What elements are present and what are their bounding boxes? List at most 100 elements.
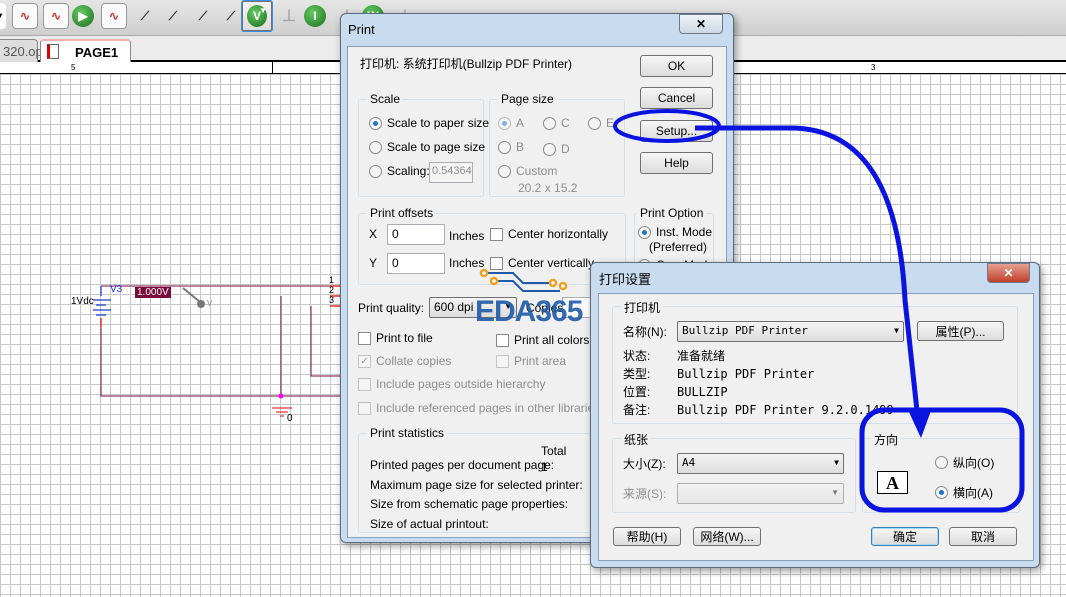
offset-x-input[interactable]: 0: [387, 224, 445, 245]
offset-y-label: Y: [369, 256, 378, 270]
print-setup-body: 打印机 名称(N): Bullzip PDF Printer 属性(P)... …: [598, 293, 1034, 561]
offset-y-input[interactable]: 0: [387, 253, 445, 274]
page-size-c-radio[interactable]: C: [543, 116, 570, 130]
stat-schematic-size-label: Size from schematic page properties:: [370, 497, 569, 511]
print-offsets-label: Print offsets: [367, 206, 437, 220]
status-label: 状态:: [623, 349, 651, 363]
scale-group-label: Scale: [367, 92, 404, 106]
scaling-radio[interactable]: Scaling:: [369, 164, 430, 178]
collate-copies-checkbox[interactable]: ✓ Collate copies: [358, 354, 451, 368]
net-label-2: 2: [329, 285, 335, 295]
print-to-file-checkbox[interactable]: Print to file: [358, 331, 433, 345]
net-label-3: 3: [329, 295, 335, 305]
scale-to-paper-radio[interactable]: Scale to paper size: [369, 116, 489, 130]
printer-name-label: 名称(N):: [623, 325, 667, 339]
offset-x-units: Inches: [449, 229, 485, 243]
scale-to-paper-label: Scale to paper size: [387, 116, 490, 130]
collate-copies-label: Collate copies: [376, 354, 452, 368]
print-to-file-label: Print to file: [376, 331, 433, 345]
page-size-custom-label: Custom: [516, 164, 558, 178]
print-area-checkbox[interactable]: Print area: [496, 354, 566, 368]
page-size-label: Page size: [498, 92, 557, 106]
print-area-label: Print area: [514, 354, 567, 368]
close-button[interactable]: ✕: [987, 263, 1030, 283]
scaling-input[interactable]: 0.54364: [429, 162, 473, 183]
ok-button[interactable]: 确定: [871, 527, 939, 546]
net-label-1: 1: [329, 275, 335, 285]
scale-to-page-radio[interactable]: Scale to page size: [369, 140, 485, 154]
page-size-c-label: C: [561, 116, 570, 130]
scale-group: Scale Scale to paper size Scale to page …: [358, 92, 489, 197]
printer-line: 打印机: 系统打印机(Bullzip PDF Printer): [360, 57, 573, 71]
include-outside-label: Include pages outside hierarchy: [376, 377, 546, 391]
portrait-label: 纵向(O): [953, 456, 995, 470]
help-button[interactable]: 帮助(H): [613, 527, 681, 546]
network-button[interactable]: 网络(W)...: [693, 527, 761, 546]
stat-pages-label: Printed pages per document page:: [370, 458, 555, 472]
print-dialog-title: Print: [348, 22, 375, 37]
include-referenced-label: Include referenced pages in other librar…: [376, 401, 625, 415]
inst-mode-label: Inst. Mode: [656, 225, 713, 239]
voltage-probe-readout: 1.000V: [135, 287, 171, 298]
page-size-b-radio[interactable]: B: [498, 140, 524, 154]
comment-label: 备注:: [623, 403, 651, 417]
offset-x-label: X: [369, 227, 378, 241]
cancel-button[interactable]: Cancel: [640, 87, 713, 109]
page-size-d-label: D: [561, 142, 570, 156]
where-label: 位置:: [623, 385, 651, 399]
help-button[interactable]: Help: [640, 152, 713, 174]
paper-size-label: 大小(Z):: [623, 457, 666, 471]
cancel-button[interactable]: 取消: [949, 527, 1017, 546]
properties-button[interactable]: 属性(P)...: [917, 321, 1004, 341]
paper-group: 纸张 大小(Z): A4 来源(S):: [612, 431, 856, 513]
include-referenced-pages-checkbox[interactable]: Include referenced pages in other librar…: [358, 401, 624, 415]
type-label: 类型:: [623, 367, 651, 381]
total-header: Total: [541, 444, 567, 458]
include-outside-hierarchy-checkbox[interactable]: Include pages outside hierarchy: [358, 377, 545, 391]
print-all-colors-label: Print all colors in: [514, 333, 603, 347]
inst-mode-preferred: (Preferred): [649, 240, 708, 254]
paper-source-select[interactable]: [677, 483, 844, 504]
eda365-watermark: EDA365: [475, 295, 583, 328]
print-all-colors-checkbox[interactable]: Print all colors in: [496, 333, 602, 347]
setup-button[interactable]: Setup...: [640, 120, 713, 142]
stat-max-size-label: Maximum page size for selected printer:: [370, 478, 583, 492]
orientation-group: 方向 A 纵向(O) 横向(A): [862, 431, 1020, 513]
center-horizontally-checkbox[interactable]: Center horizontally: [490, 227, 608, 241]
inst-mode-radio[interactable]: Inst. Mode: [638, 225, 712, 239]
page-size-e-radio[interactable]: E: [588, 116, 614, 130]
eda365-logo-traces: [479, 268, 568, 292]
source-value: 1Vdc: [71, 296, 94, 307]
page-size-a-label: A: [516, 116, 525, 130]
print-setup-title: 打印设置: [599, 272, 652, 287]
where-value: BULLZIP: [677, 385, 728, 399]
scaling-label: Scaling:: [387, 164, 430, 178]
printer-name-select[interactable]: Bullzip PDF Printer: [677, 321, 904, 342]
paper-source-label: 来源(S):: [623, 487, 667, 501]
page-size-custom-radio[interactable]: Custom: [498, 164, 557, 178]
status-value: 准备就绪: [677, 349, 726, 363]
close-button[interactable]: ✕: [679, 14, 723, 34]
page-size-group: Page size A C E B D Custom 20.2 x 15.2: [489, 92, 625, 197]
ground-label: 0: [287, 413, 293, 424]
landscape-page-icon: A: [877, 471, 908, 494]
page-size-a-radio[interactable]: A: [498, 116, 524, 130]
ok-button[interactable]: OK: [640, 55, 713, 77]
page-size-e-label: E: [606, 116, 615, 130]
page-size-d-radio[interactable]: D: [543, 142, 570, 156]
orientation-group-label: 方向: [871, 431, 902, 448]
center-horizontally-label: Center horizontally: [508, 227, 609, 241]
page-size-b-label: B: [516, 140, 525, 154]
landscape-label: 横向(A): [953, 486, 993, 500]
custom-size-value: 20.2 x 15.2: [518, 181, 578, 195]
paper-group-label: 纸张: [621, 431, 652, 448]
portrait-radio[interactable]: 纵向(O): [935, 454, 994, 471]
paper-size-select[interactable]: A4: [677, 453, 844, 474]
printer-group-label: 打印机: [621, 299, 664, 316]
print-statistics-label: Print statistics: [367, 426, 448, 440]
type-value: Bullzip PDF Printer: [677, 367, 815, 381]
comment-value: Bullzip PDF Printer 9.2.0.1499: [677, 403, 894, 417]
probe-label: V: [207, 299, 213, 308]
print-quality-label: Print quality:: [358, 301, 425, 315]
landscape-radio[interactable]: 横向(A): [935, 484, 993, 501]
